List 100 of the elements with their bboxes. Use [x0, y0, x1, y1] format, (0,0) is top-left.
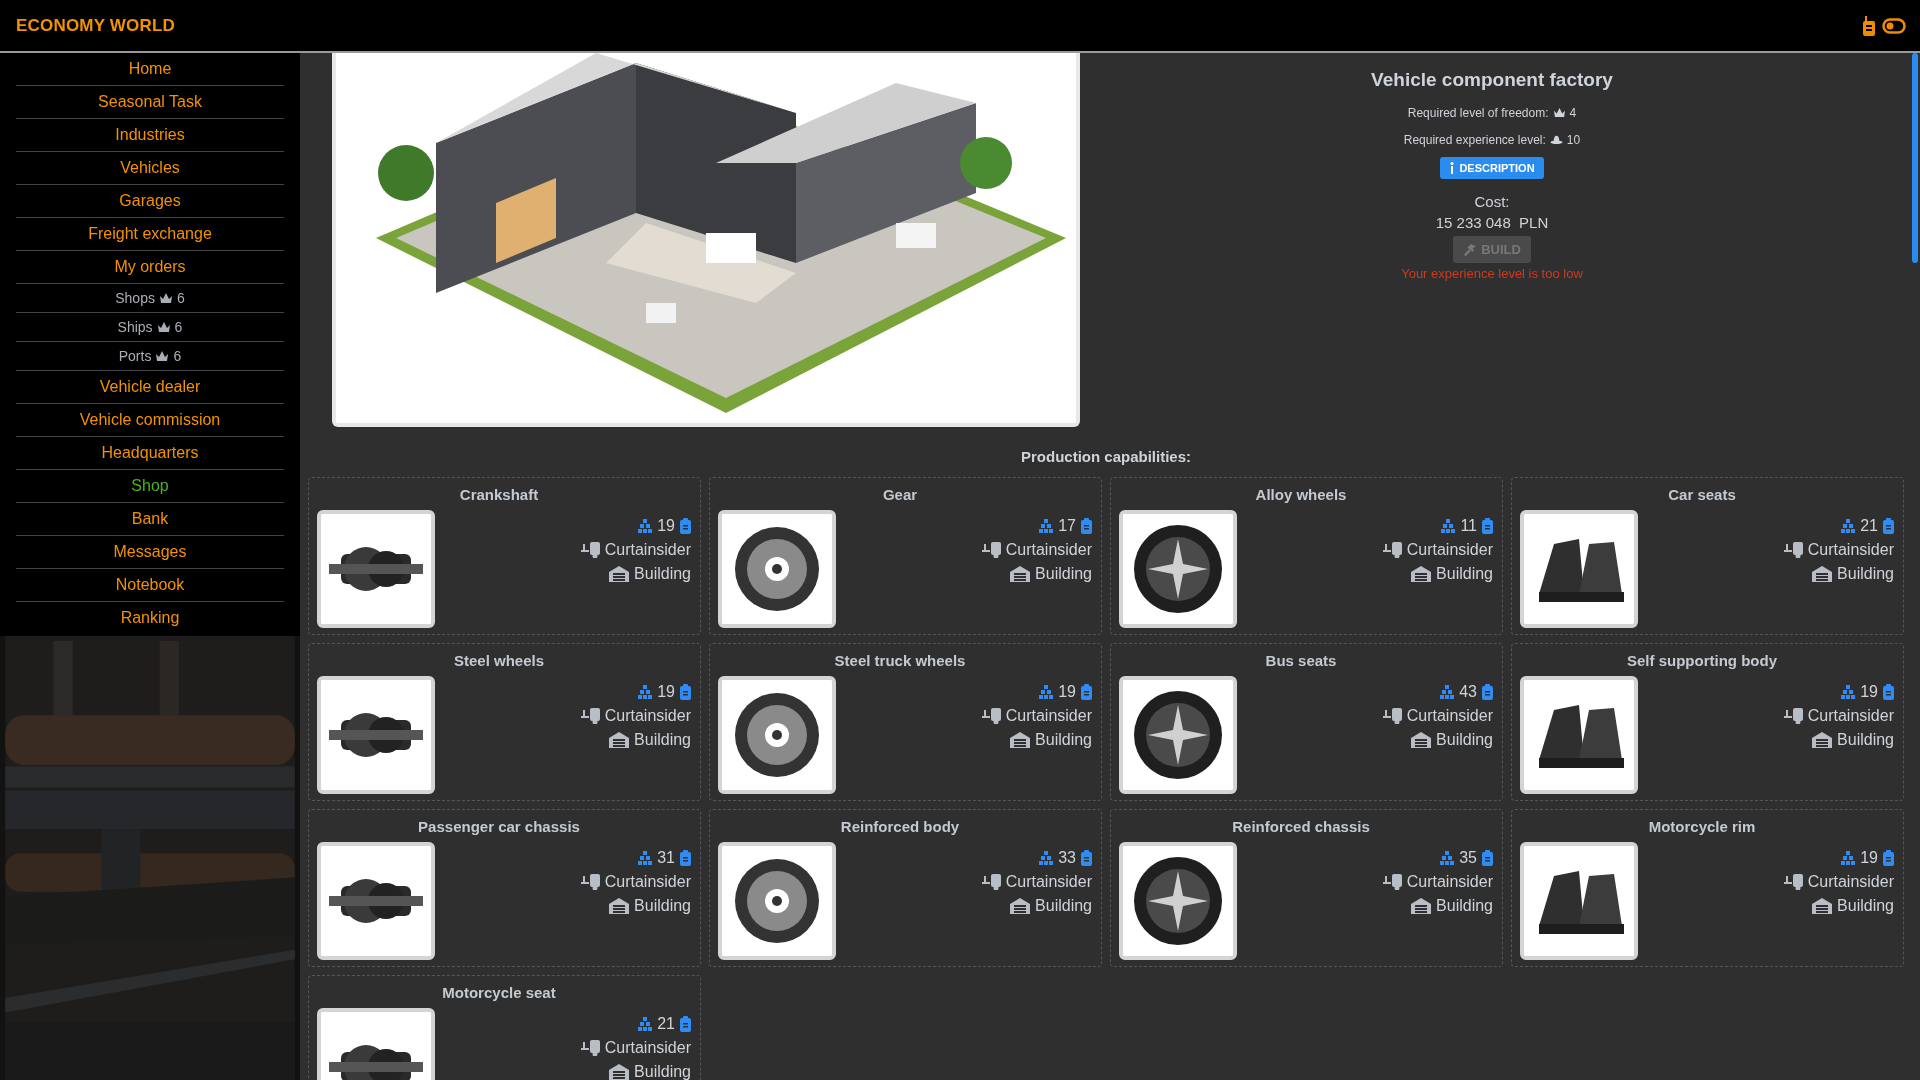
- transport-type: Curtainsider: [1807, 540, 1894, 559]
- nav-link[interactable]: Bank: [16, 503, 284, 536]
- product-count: 31: [657, 848, 675, 867]
- clipboard-icon: [680, 683, 691, 700]
- product-count: 19: [1860, 848, 1878, 867]
- product-count: 33: [1058, 848, 1076, 867]
- hat-icon: [1549, 134, 1563, 145]
- stack-icon: [1039, 518, 1054, 533]
- product-count: 21: [1860, 516, 1878, 535]
- source-type: Building: [1035, 564, 1092, 583]
- requirement-label: Required level of freedom:: [1407, 105, 1549, 120]
- transport-type: Curtainsider: [1005, 540, 1092, 559]
- nav-link[interactable]: Home: [16, 53, 284, 86]
- requirement-label: Required experience level:: [1403, 132, 1546, 147]
- nav-link[interactable]: Industries: [16, 119, 284, 152]
- nav-link[interactable]: Freight exchange: [16, 218, 284, 251]
- stack-icon: [1841, 850, 1856, 865]
- warehouse-icon: [1812, 565, 1833, 582]
- transport-type: Curtainsider: [1807, 872, 1894, 891]
- nav-item[interactable]: Ports 6: [16, 342, 284, 371]
- source-type: Building: [1837, 896, 1894, 915]
- stack-icon: [1841, 518, 1856, 533]
- nav-link[interactable]: Headquarters: [16, 437, 284, 470]
- product-count: 19: [1058, 682, 1076, 701]
- source-type: Building: [1035, 730, 1092, 749]
- clipboard-icon: [1482, 849, 1493, 866]
- level-count: 6: [174, 319, 183, 335]
- forklift-icon: [981, 873, 1001, 890]
- nav-link[interactable]: Vehicles: [16, 152, 284, 185]
- cost-value: 15 233 048 PLN: [1435, 214, 1549, 231]
- nav-link[interactable]: Vehicle dealer: [16, 371, 284, 404]
- source-type: Building: [1436, 896, 1493, 915]
- site-logo[interactable]: ECONOMY WORLD: [16, 15, 176, 36]
- crown-icon: [155, 350, 170, 362]
- product-count: 11: [1460, 516, 1477, 535]
- error-message: Your experience level is too low: [1401, 266, 1583, 281]
- stack-icon: [1440, 684, 1455, 699]
- stack-icon: [1039, 684, 1054, 699]
- product-name: Steel truck wheels: [833, 652, 967, 669]
- cost-label: Cost:: [1474, 193, 1510, 210]
- clipboard-icon: [1883, 683, 1894, 700]
- nav-link[interactable]: Seasonal Task: [16, 86, 284, 119]
- nav-link[interactable]: Vehicle commission: [16, 404, 284, 437]
- transport-type: Curtainsider: [604, 872, 691, 891]
- source-type: Building: [1837, 564, 1894, 583]
- nav-item[interactable]: Shops 6: [16, 284, 284, 313]
- forklift-icon: [981, 541, 1001, 558]
- toggle-icon[interactable]: [1882, 17, 1906, 34]
- clipboard-icon: [1883, 517, 1894, 534]
- warehouse-icon: [1411, 731, 1432, 748]
- product-count: 19: [657, 682, 675, 701]
- requirement-value: 4: [1569, 105, 1577, 120]
- source-type: Building: [1035, 896, 1092, 915]
- source-type: Building: [1837, 730, 1894, 749]
- nav-label: Ships: [117, 319, 153, 335]
- crown-icon: [1552, 107, 1566, 118]
- stack-icon: [638, 684, 653, 699]
- product-name: Alloy wheels: [1254, 486, 1348, 503]
- transport-type: Curtainsider: [1406, 540, 1493, 559]
- warehouse-icon: [1812, 731, 1833, 748]
- forklift-icon: [1382, 541, 1402, 558]
- nav-label: Ports: [118, 348, 152, 364]
- product-name: Crankshaft: [458, 486, 540, 503]
- clipboard-icon: [680, 849, 691, 866]
- clipboard-icon: [1081, 683, 1092, 700]
- product-name: Steel wheels: [452, 652, 545, 669]
- warehouse-icon: [609, 1063, 630, 1080]
- transport-type: Curtainsider: [1406, 706, 1493, 725]
- product-name: Self supporting body: [1626, 652, 1778, 669]
- transport-type: Curtainsider: [1005, 872, 1092, 891]
- nav-link[interactable]: Shop: [16, 470, 284, 503]
- warehouse-icon: [609, 731, 630, 748]
- product-name: Reinforced chassis: [1231, 818, 1371, 835]
- forklift-icon: [1783, 873, 1803, 890]
- nav-link[interactable]: My orders: [16, 251, 284, 284]
- warehouse-icon: [1010, 731, 1031, 748]
- info-icon: [1449, 162, 1456, 174]
- hammer-icon: [1463, 242, 1478, 257]
- crown-icon: [156, 321, 171, 333]
- stack-icon: [1039, 850, 1054, 865]
- nav-link[interactable]: Messages: [16, 536, 284, 569]
- source-type: Building: [1436, 730, 1493, 749]
- clipboard-icon: [1081, 517, 1092, 534]
- transport-type: Curtainsider: [604, 706, 691, 725]
- source-type: Building: [1436, 564, 1493, 583]
- forklift-icon: [580, 1039, 600, 1056]
- forklift-icon: [981, 707, 1001, 724]
- nav-link[interactable]: Garages: [16, 185, 284, 218]
- forklift-icon: [1783, 541, 1803, 558]
- forklift-icon: [1783, 707, 1803, 724]
- product-count: 17: [1058, 516, 1076, 535]
- product-name: Motorcycle seat: [441, 984, 557, 1001]
- stack-icon: [638, 850, 653, 865]
- product-count: 35: [1459, 848, 1477, 867]
- source-type: Building: [634, 896, 691, 915]
- product-name: Reinforced body: [839, 818, 961, 835]
- nav-link[interactable]: Notebook: [16, 569, 284, 602]
- walkie-talkie-icon[interactable]: [1862, 15, 1876, 36]
- nav-item[interactable]: Ships 6: [16, 313, 284, 342]
- nav-link[interactable]: Ranking: [16, 602, 284, 634]
